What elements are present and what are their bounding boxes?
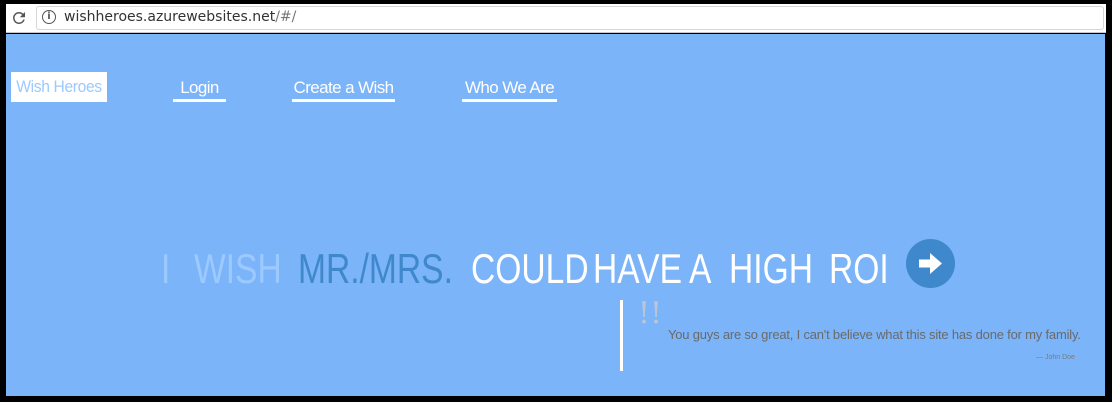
- nav-link-login[interactable]: Login: [173, 78, 226, 102]
- headline-name-placeholder[interactable]: MR./MRS.: [298, 239, 453, 299]
- quote-divider: [620, 300, 623, 371]
- page-viewport: Wish Heroes Login Create a Wish Who We A…: [6, 34, 1105, 396]
- url-host: wishheroes.azurewebsites.net: [64, 9, 276, 25]
- arrow-right-icon: [919, 253, 942, 274]
- url-text[interactable]: wishheroes.azurewebsites.net/#/: [64, 9, 296, 25]
- next-arrow-button[interactable]: [906, 239, 955, 288]
- quote-mark: !!: [638, 296, 663, 331]
- nav-link-who-we-are[interactable]: Who We Are: [462, 78, 557, 102]
- headline-roi: ROI: [829, 245, 889, 292]
- headline-i: I: [161, 245, 171, 292]
- headline-high: HIGH: [729, 245, 813, 292]
- headline-a: A: [689, 245, 712, 292]
- brand-label: Wish Heroes: [16, 77, 102, 96]
- brand-link[interactable]: Wish Heroes: [11, 72, 107, 102]
- reload-icon[interactable]: [10, 9, 28, 27]
- testimonial-author: — John Doe: [1036, 354, 1075, 361]
- nav-link-create-a-wish[interactable]: Create a Wish: [292, 78, 395, 102]
- info-icon[interactable]: i: [42, 10, 56, 24]
- browser-toolbar: i wishheroes.azurewebsites.net/#/: [6, 4, 1106, 33]
- url-path: /#/: [275, 9, 297, 25]
- headline-have: HAVE: [593, 245, 683, 292]
- headline-wish: WISH: [194, 245, 282, 292]
- headline-could: COULD: [471, 245, 589, 292]
- testimonial-text: You guys are so great, I can't believe w…: [668, 327, 1081, 342]
